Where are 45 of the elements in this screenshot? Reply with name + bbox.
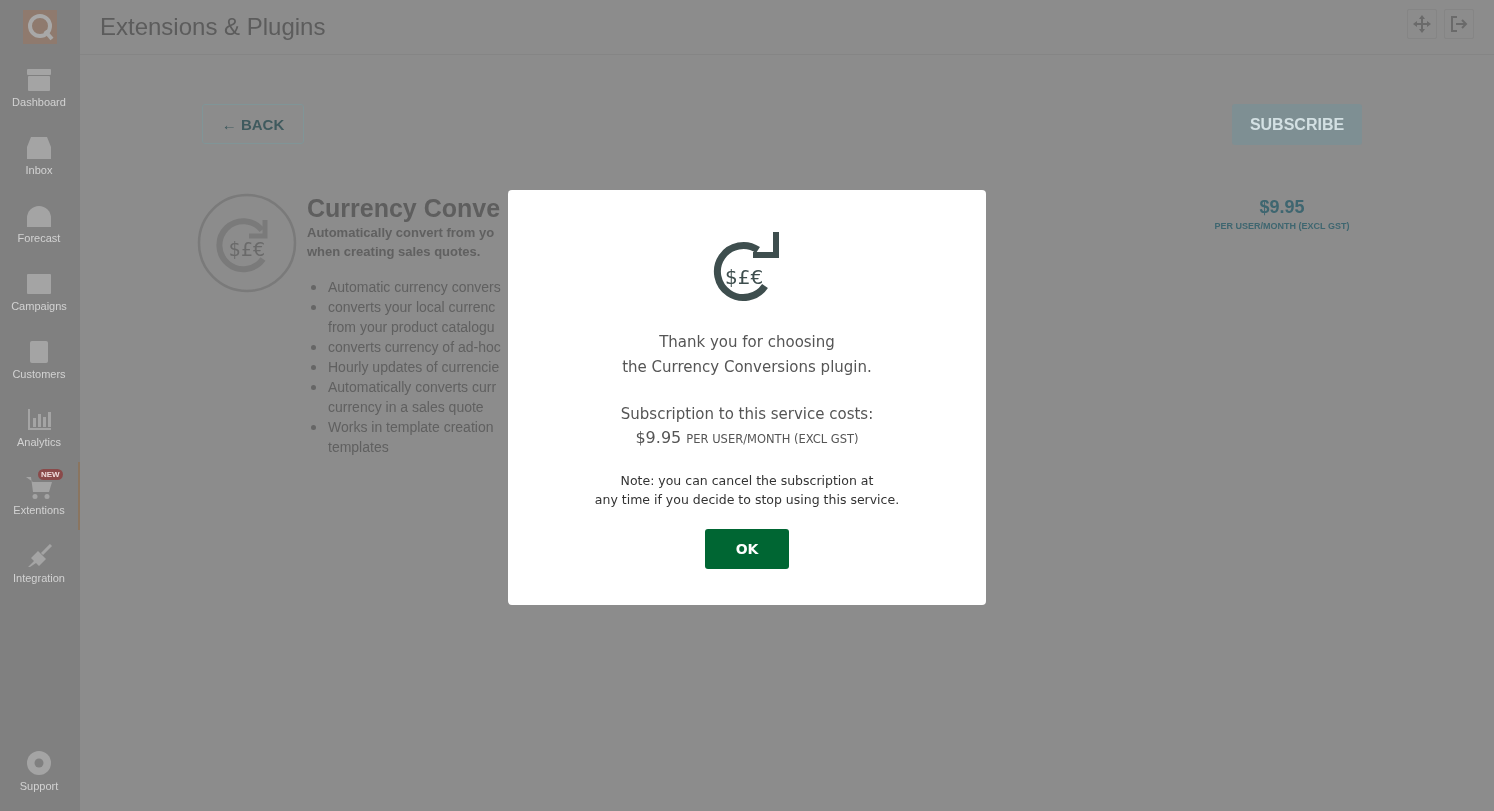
sidebar-item[interactable]: Forecast	[0, 190, 80, 258]
cost-label: Subscription to this service costs:	[620, 405, 874, 423]
subscribe-button[interactable]: SUBSCRIBE	[1232, 104, 1362, 145]
ok-button[interactable]: OK	[705, 529, 789, 569]
price-unit: PER USER/MONTH (EXCL GST)	[1213, 221, 1351, 231]
sidebar-item[interactable]: Analytics	[0, 394, 80, 462]
cancel-note: Note: you can cancel the subscription at any time if you decide to stop using this service.	[594, 472, 900, 509]
sidebar-item[interactable]: Inbox	[0, 122, 80, 190]
thank-you-message: Thank you for choosing the Currency Conversions plugin.	[622, 332, 872, 378]
sidebar-item[interactable]: Dashboard	[0, 54, 80, 122]
back-button[interactable]: ← BACK	[202, 104, 304, 144]
sidebar-label: Analytics	[17, 436, 61, 448]
sidebar-label: Inbox	[25, 164, 53, 176]
price-amount: $9.95	[635, 428, 682, 447]
sidebar-item[interactable]: Campaigns	[0, 258, 80, 326]
logout-icon	[1450, 16, 1468, 32]
sidebar-label: Integration	[13, 572, 65, 584]
sidebar-item[interactable]: Integration	[0, 530, 80, 598]
move-button[interactable]	[1407, 9, 1437, 39]
lifebuoy-icon	[26, 750, 52, 776]
bullet-icon	[311, 305, 316, 310]
new-badge: NEW	[38, 469, 63, 480]
sidebar-item[interactable]: Customers	[0, 326, 80, 394]
currency-conversion-icon: $£€	[197, 193, 297, 293]
bar-chart-icon	[25, 408, 53, 432]
bullet-icon	[311, 345, 316, 350]
bullet-icon	[311, 285, 316, 290]
sidebar-label: Customers	[12, 368, 66, 380]
sidebar-item[interactable]: NEW Extentions	[0, 462, 80, 530]
sidebar-label: Extentions	[13, 504, 65, 516]
archive-icon	[25, 68, 53, 92]
bullet-icon	[311, 385, 316, 390]
move-icon	[1413, 15, 1431, 33]
cart-icon	[25, 476, 53, 500]
logout-button[interactable]	[1444, 9, 1474, 39]
sidebar-label: Forecast	[17, 232, 61, 244]
logo-icon	[23, 10, 57, 44]
price-unit: PER USER/MONTH (EXCL GST)	[686, 432, 859, 446]
bullet-icon	[311, 425, 316, 430]
sidebar-label: Campaigns	[11, 300, 67, 312]
price-amount: $9.95	[1258, 197, 1306, 218]
sidebar-label: Support	[19, 780, 59, 792]
sidebar-label: Dashboard	[12, 96, 66, 108]
bullet-icon	[311, 365, 316, 370]
support-item[interactable]: Support	[0, 737, 80, 805]
